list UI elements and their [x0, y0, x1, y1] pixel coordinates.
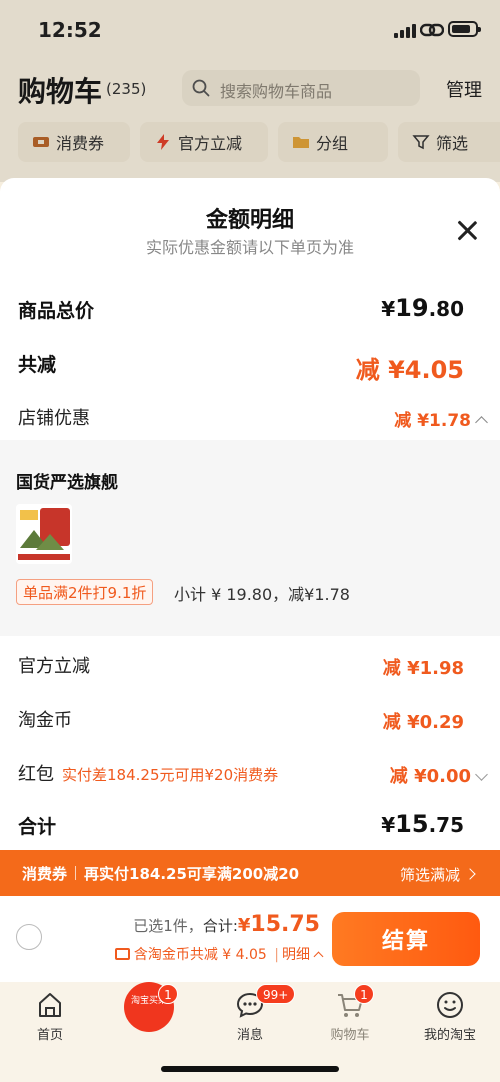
- sum-dec: .75: [428, 813, 464, 837]
- tab-profile[interactable]: 我的淘宝: [400, 990, 500, 1043]
- divider: [75, 866, 77, 880]
- hongbao-label: 红包: [18, 764, 54, 785]
- coin-icon: [114, 948, 130, 960]
- hongbao-toggle[interactable]: 减 ¥0.00: [389, 762, 488, 788]
- official-value: 减 ¥1.98: [382, 658, 464, 679]
- chevron-up-icon: [313, 951, 324, 962]
- chevron-down-icon: [475, 768, 488, 781]
- sum-label: 合计: [18, 816, 57, 838]
- dim-overlay[interactable]: [0, 0, 500, 182]
- profile-icon: [437, 992, 463, 1018]
- detail-link: 明细: [282, 947, 310, 963]
- selected-count: 已选1件，: [133, 917, 203, 935]
- sum-int: 15: [395, 810, 429, 838]
- shop-discount-value: 减 ¥1.78: [394, 411, 471, 431]
- close-button[interactable]: [452, 216, 482, 246]
- sheet-title: 金额明细: [205, 208, 294, 233]
- tab-label: 首页: [36, 1028, 63, 1043]
- tab-cart[interactable]: 购物车: [300, 990, 400, 1043]
- discount-text: 含淘金币共减 ¥ 4.05: [133, 947, 267, 963]
- home-icon: [39, 993, 61, 1017]
- hongbao-note: 实付差184.25元可用¥20消费券: [62, 766, 279, 784]
- tab-home[interactable]: 首页: [0, 990, 100, 1043]
- total-currency: ¥: [237, 915, 251, 936]
- coin-label: 淘金币: [18, 710, 72, 731]
- coupon-banner-title: 消费券: [22, 864, 68, 883]
- shop-name: 国货严选旗舰: [16, 473, 118, 493]
- tab-label: 消息: [236, 1028, 263, 1043]
- product-thumbnail[interactable]: [16, 504, 72, 564]
- coupon-banner-text: 再实付184.25可享满200减20: [84, 864, 300, 883]
- cart-badge: 1: [354, 984, 374, 1004]
- total-price-dec: .80: [428, 297, 464, 321]
- total-amount: 15.75: [250, 912, 320, 937]
- total-price-label: 商品总价: [18, 300, 95, 322]
- tab-label: 购物车: [330, 1028, 370, 1043]
- promo-tag: 单品满2件打9.1折: [16, 579, 154, 605]
- hongbao-row: 红包 实付差184.25元可用¥20消费券: [18, 760, 278, 786]
- messages-badge: 99+: [256, 984, 296, 1004]
- selected-summary: 已选1件，合计:¥15.75: [133, 912, 320, 937]
- home-indicator[interactable]: [161, 1066, 339, 1072]
- coupon-banner[interactable]: 消费券 再实付184.25可享满200减20 筛选满减: [0, 850, 500, 896]
- sheet-subtitle: 实际优惠金额请以下单页为准: [145, 238, 354, 257]
- shop-discount-detail: 国货严选旗舰 单品满2件打9.1折 小计 ¥ 19.80，减¥1.78: [0, 440, 500, 636]
- currency-symbol: ¥: [381, 297, 396, 321]
- coin-value: 减 ¥0.29: [382, 712, 464, 733]
- official-label: 官方立减: [18, 656, 90, 677]
- shop-subtotal: 小计 ¥ 19.80，减¥1.78: [174, 585, 350, 604]
- reduced-label: 共减: [18, 354, 57, 376]
- product-image: [16, 504, 72, 564]
- total-label: 合计:: [202, 917, 238, 935]
- checkout-bar: 已选1件，合计:¥15.75 含淘金币共减 ¥ 4.05 | 明细 结算: [0, 896, 500, 982]
- total-price-value: ¥19.80: [381, 294, 464, 322]
- chevron-up-icon: [475, 416, 488, 429]
- shop-discount-toggle[interactable]: 减 ¥1.78: [394, 406, 488, 431]
- reduced-value: 减 ¥4.05: [355, 356, 464, 384]
- discount-summary[interactable]: 含淘金币共减 ¥ 4.05 | 明细: [114, 944, 324, 964]
- promo-badge: 1: [158, 984, 178, 1004]
- total-price-int: 19: [395, 294, 429, 322]
- coupon-filter-link[interactable]: 筛选满减: [400, 864, 474, 885]
- tab-label: 我的淘宝: [423, 1028, 476, 1043]
- select-all-radio[interactable]: [16, 924, 42, 950]
- checkout-button[interactable]: 结算: [332, 912, 480, 966]
- amount-detail-sheet: 金额明细 实际优惠金额请以下单页为准 商品总价 ¥19.80 共减 减 ¥4.0…: [0, 178, 500, 850]
- shop-discount-label: 店铺优惠: [18, 408, 90, 429]
- currency-symbol: ¥: [381, 813, 396, 837]
- sum-value: ¥15.75: [381, 810, 464, 838]
- hongbao-value: 减 ¥0.00: [389, 766, 471, 787]
